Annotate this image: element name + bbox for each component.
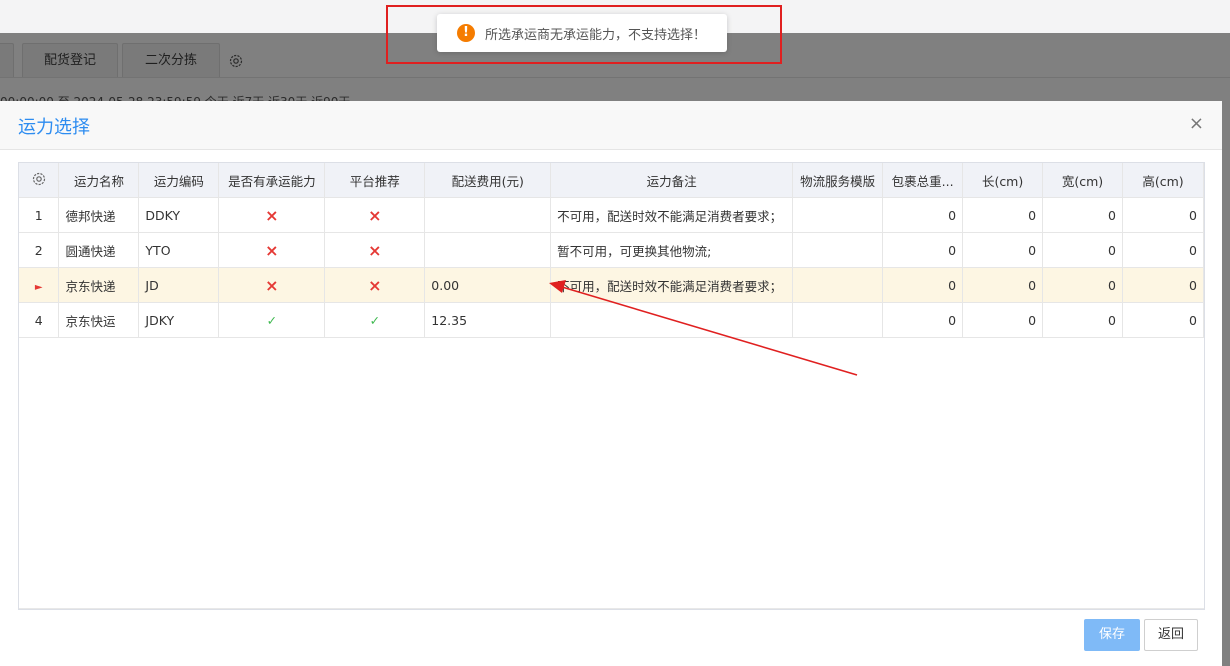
save-button[interactable]: 保存 xyxy=(1084,619,1140,651)
current-row-arrow-icon: ► xyxy=(19,267,60,303)
carrier-code: JDKY xyxy=(138,302,220,338)
back-button[interactable]: 返回 xyxy=(1144,619,1198,651)
row-index: 4 xyxy=(19,302,60,338)
bg-divider xyxy=(0,77,1230,78)
weight-cell: 0 xyxy=(882,232,964,268)
length-cell: 0 xyxy=(962,302,1044,338)
column-settings-gear-icon[interactable] xyxy=(19,163,60,198)
carrier-name: 京东快递 xyxy=(58,267,140,303)
col-header-capable[interactable]: 是否有承运能力 xyxy=(218,163,326,198)
weight-cell: 0 xyxy=(882,267,964,303)
template-cell xyxy=(792,197,884,233)
col-header-length[interactable]: 长(cm) xyxy=(962,163,1044,198)
row-index: 2 xyxy=(19,232,60,268)
dialog-title: 运力选择 xyxy=(18,117,90,138)
weight-cell: 0 xyxy=(882,197,964,233)
carrier-code: DDKY xyxy=(138,197,220,233)
weight-cell: 0 xyxy=(882,302,964,338)
col-header-fee[interactable]: 配送费用(元) xyxy=(424,163,552,198)
cross-icon: × xyxy=(218,267,326,303)
template-cell xyxy=(792,267,884,303)
gear-icon[interactable] xyxy=(31,171,47,187)
capable-value: ✓ xyxy=(266,312,278,328)
capacity-grid: 运力名称 运力编码 是否有承运能力 平台推荐 配送费用(元) 运力备注 物流服务… xyxy=(19,163,1204,338)
bg-gear-icon[interactable] xyxy=(228,53,244,69)
table-row-selected[interactable]: ► 京东快递 JD × × 0.00 不可用，配送时效不能满足消费者要求； 0 … xyxy=(19,267,1204,303)
width-cell: 0 xyxy=(1042,197,1123,233)
width-cell: 0 xyxy=(1042,302,1123,338)
close-icon[interactable]: × xyxy=(1189,113,1204,135)
height-cell: 0 xyxy=(1122,267,1204,303)
grid-footer-line xyxy=(19,608,1204,609)
length-cell: 0 xyxy=(962,267,1044,303)
capable-value: × xyxy=(265,275,279,295)
check-icon: ✓ xyxy=(218,302,326,338)
width-cell: 0 xyxy=(1042,232,1123,268)
check-icon: ✓ xyxy=(324,302,426,338)
height-cell: 0 xyxy=(1122,232,1204,268)
row-index: 1 xyxy=(19,197,60,233)
remark-cell: 不可用，配送时效不能满足消费者要求； xyxy=(550,197,794,233)
cross-icon: × xyxy=(218,232,326,268)
remark-cell: 不可用，配送时效不能满足消费者要求； xyxy=(550,267,794,303)
col-header-recommended[interactable]: 平台推荐 xyxy=(324,163,426,198)
annotation-highlight-box xyxy=(386,5,782,64)
col-header-weight[interactable]: 包裹总重... xyxy=(882,163,964,198)
fee-cell xyxy=(424,232,552,268)
table-row[interactable]: 2 圆通快递 YTO × × 暂不可用，可更换其他物流; 0 0 0 0 xyxy=(19,232,1204,268)
recommended-value: × xyxy=(368,205,382,225)
capacity-select-dialog: 运力选择 × 运力名称 运力编码 是否有承运能力 平台推荐 配送费用(元) 运力… xyxy=(0,101,1222,666)
cross-icon: × xyxy=(218,197,326,233)
length-cell: 0 xyxy=(962,197,1044,233)
table-row[interactable]: 1 德邦快递 DDKY × × 不可用，配送时效不能满足消费者要求； 0 0 0… xyxy=(19,197,1204,233)
capable-value: × xyxy=(265,240,279,260)
bg-tab-partial[interactable] xyxy=(0,43,14,77)
remark-cell: 暂不可用，可更换其他物流; xyxy=(550,232,794,268)
carrier-name: 圆通快递 xyxy=(58,232,140,268)
fee-cell xyxy=(424,197,552,233)
length-cell: 0 xyxy=(962,232,1044,268)
width-cell: 0 xyxy=(1042,267,1123,303)
col-header-width[interactable]: 宽(cm) xyxy=(1042,163,1123,198)
table-row[interactable]: 4 京东快运 JDKY ✓ ✓ 12.35 0 0 0 0 xyxy=(19,302,1204,338)
template-cell xyxy=(792,302,884,338)
fee-cell: 0.00 xyxy=(424,267,552,303)
col-header-name[interactable]: 运力名称 xyxy=(58,163,140,198)
col-header-height[interactable]: 高(cm) xyxy=(1122,163,1204,198)
cross-icon: × xyxy=(324,232,426,268)
capacity-table: 运力名称 运力编码 是否有承运能力 平台推荐 配送费用(元) 运力备注 物流服务… xyxy=(18,162,1205,610)
dialog-header: 运力选择 × xyxy=(0,101,1222,150)
col-header-code[interactable]: 运力编码 xyxy=(138,163,220,198)
bg-tab-allocation-register[interactable]: 配货登记 xyxy=(22,43,118,77)
table-header-row: 运力名称 运力编码 是否有承运能力 平台推荐 配送费用(元) 运力备注 物流服务… xyxy=(19,163,1204,198)
row-index: ► xyxy=(34,281,43,293)
carrier-name: 京东快运 xyxy=(58,302,140,338)
cross-icon: × xyxy=(324,197,426,233)
col-header-remark[interactable]: 运力备注 xyxy=(550,163,794,198)
capable-value: × xyxy=(265,205,279,225)
height-cell: 0 xyxy=(1122,302,1204,338)
template-cell xyxy=(792,232,884,268)
recommended-value: ✓ xyxy=(369,312,381,328)
remark-cell xyxy=(550,302,794,338)
carrier-name: 德邦快递 xyxy=(58,197,140,233)
carrier-code: YTO xyxy=(138,232,220,268)
height-cell: 0 xyxy=(1122,197,1204,233)
col-header-template[interactable]: 物流服务模版 xyxy=(792,163,884,198)
fee-cell: 12.35 xyxy=(424,302,552,338)
cross-icon: × xyxy=(324,267,426,303)
carrier-code: JD xyxy=(138,267,220,303)
recommended-value: × xyxy=(368,240,382,260)
bg-tab-secondary-sorting[interactable]: 二次分拣 xyxy=(122,43,220,77)
recommended-value: × xyxy=(368,275,382,295)
